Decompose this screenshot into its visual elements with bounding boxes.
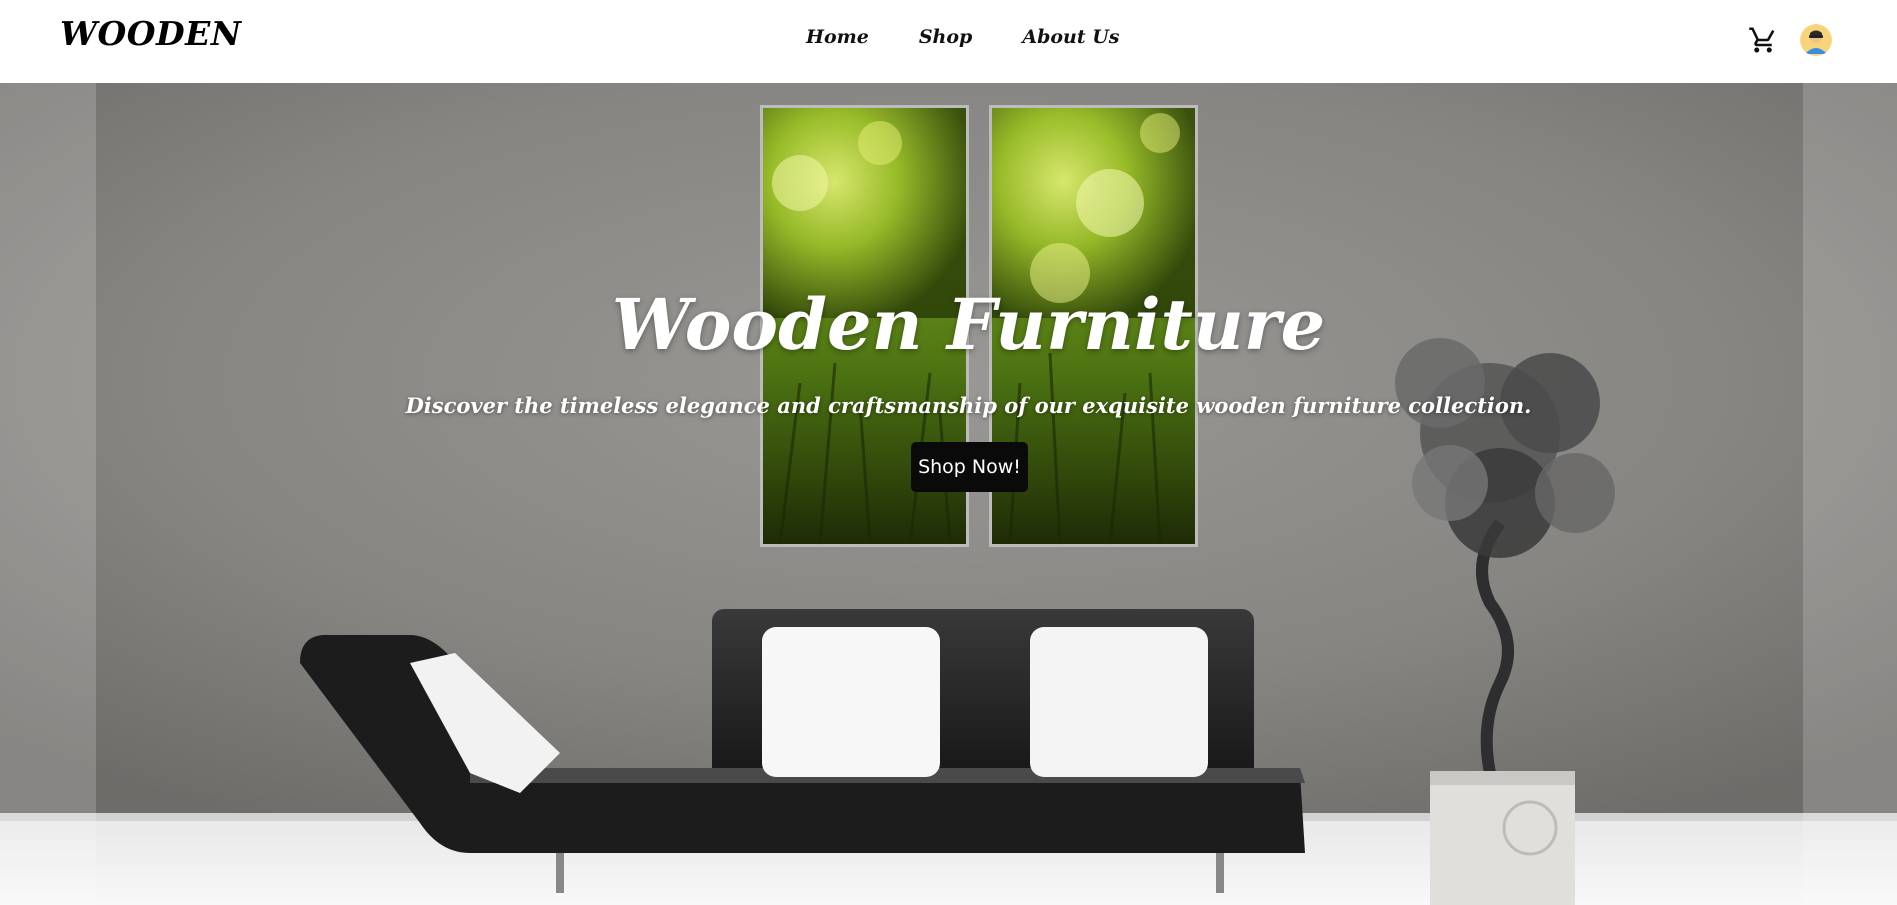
brand-logo[interactable]: WOODEN bbox=[60, 14, 242, 53]
nav-link-shop[interactable]: Shop bbox=[919, 26, 973, 48]
navbar: WOODEN Home Shop About Us bbox=[0, 0, 1897, 83]
nav-link-about-us[interactable]: About Us bbox=[1022, 26, 1119, 48]
cart-icon[interactable] bbox=[1748, 25, 1778, 55]
shop-now-button[interactable]: Shop Now! bbox=[911, 442, 1028, 492]
hero-section: Wooden Furniture Discover the timeless e… bbox=[0, 83, 1897, 905]
user-avatar[interactable] bbox=[1800, 24, 1832, 56]
nav-link-home[interactable]: Home bbox=[806, 26, 869, 48]
nav-icons bbox=[1748, 24, 1832, 56]
hero-background-image bbox=[0, 83, 1897, 905]
hero-title: Wooden Furniture bbox=[611, 283, 1326, 366]
hero-subtitle: Discover the timeless elegance and craft… bbox=[405, 393, 1532, 418]
main-nav: Home Shop About Us bbox=[806, 26, 1120, 48]
